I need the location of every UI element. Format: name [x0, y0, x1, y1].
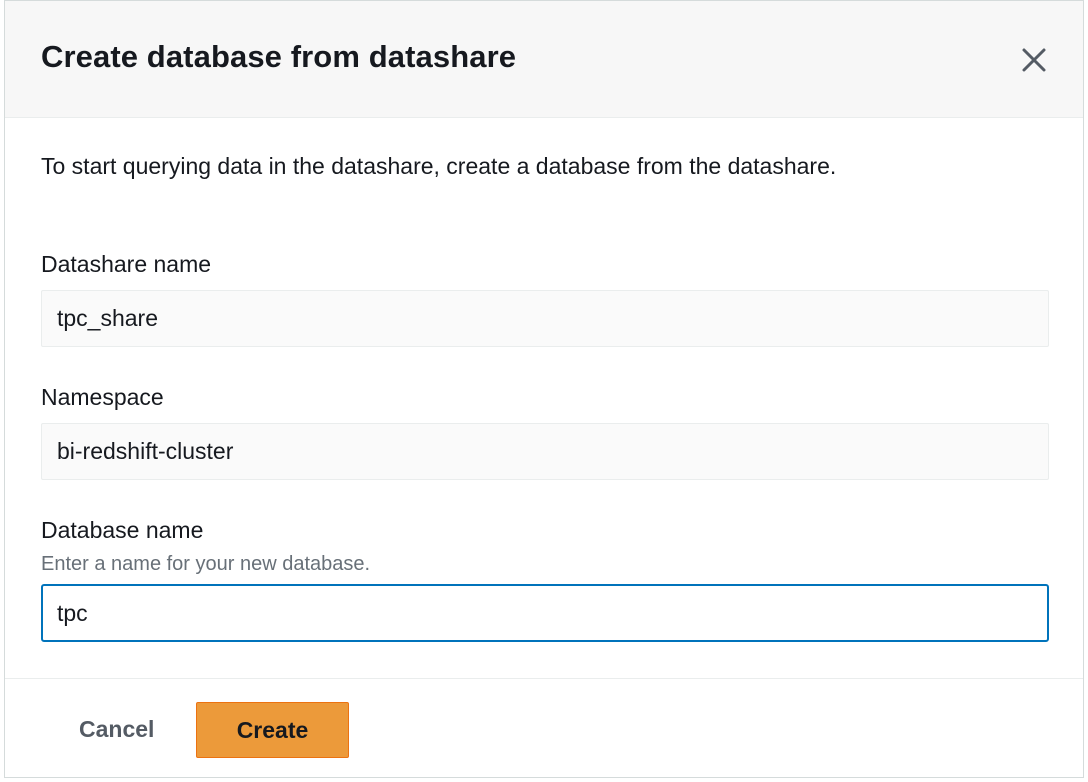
datashare-name-field: tpc_share	[41, 290, 1049, 347]
cancel-button[interactable]: Cancel	[59, 701, 174, 758]
create-database-modal: Create database from datashare To start …	[4, 0, 1084, 778]
modal-title: Create database from datashare	[41, 39, 517, 74]
namespace-field: bi-redshift-cluster	[41, 423, 1049, 480]
database-name-label: Database name	[41, 517, 204, 543]
datashare-name-label: Datashare name	[41, 251, 212, 277]
modal-footer: Cancel Create	[5, 678, 1083, 777]
close-icon	[1022, 48, 1046, 72]
close-button[interactable]	[1015, 41, 1053, 79]
intro-text: To start querying data in the datashare,…	[41, 153, 837, 179]
database-name-input[interactable]	[41, 584, 1049, 642]
modal-header: Create database from datashare	[5, 1, 1083, 118]
namespace-label: Namespace	[41, 384, 164, 410]
create-button[interactable]: Create	[196, 702, 349, 758]
database-name-description: Enter a name for your new database.	[41, 553, 371, 575]
